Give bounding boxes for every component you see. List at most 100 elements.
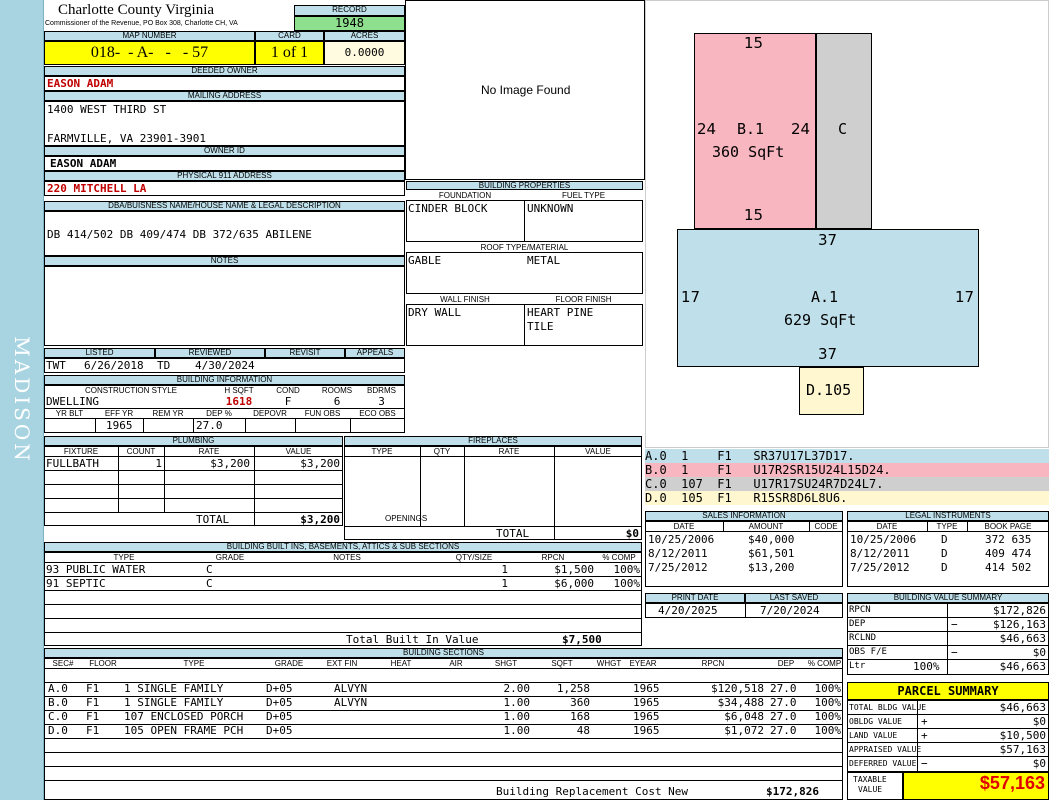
- builtin-qty: 1: [501, 563, 508, 576]
- instrument-date: 10/25/2006: [850, 533, 917, 546]
- county-address: Commissioner of the Revenue, PO Box 308,…: [45, 20, 238, 27]
- builtin-grade: C: [206, 563, 213, 576]
- vs-value: $46,663: [999, 660, 1046, 673]
- roof-type: GABLE: [408, 254, 442, 267]
- vs-value: $126,163: [993, 618, 1046, 631]
- vector-row: B.0 1 F1 U17R2SR15U24L15D24.: [645, 463, 1049, 477]
- sections-header-grade: GRADE: [274, 659, 304, 668]
- sale-amount: $13,200: [748, 561, 795, 574]
- builtin-rpcn: $6,000: [554, 577, 594, 590]
- foundation-label: FOUNDATION: [438, 191, 492, 200]
- openings-label: OPENINGS: [385, 514, 428, 523]
- mailing-label: MAILING ADDRESS: [44, 91, 405, 101]
- sale-amount: $40,000: [748, 533, 795, 546]
- fireplaces-label: FIREPLACES: [344, 436, 642, 446]
- legal-label: DBA/BUISNESS NAME/HOUSE NAME & LEGAL DES…: [44, 201, 405, 211]
- sales-header-date: DATE: [673, 522, 695, 531]
- floor-value-1: HEART PINE: [527, 306, 594, 319]
- listed-by: TWT: [46, 359, 66, 372]
- sections-header-sec: SEC#: [52, 659, 74, 668]
- builtins-header-notes: NOTES: [333, 553, 361, 562]
- vs-value: $46,663: [999, 632, 1046, 645]
- replacement-value: $172,826: [766, 785, 819, 798]
- sections-header-floor: FLOOR: [89, 659, 117, 668]
- map-number: 018- - A- - - 57: [44, 41, 255, 65]
- reviewed-date: 4/30/2024: [195, 359, 255, 372]
- sections-rows: A.0 F1 1 SINGLE FAMILY D+05 ALVYN 2.00 1,258 19…: [44, 669, 843, 737]
- yrblt-label: YR BLT: [55, 409, 84, 418]
- physical-address-label: PHYSICAL 911 ADDRESS: [44, 171, 405, 181]
- hsqft-value: 1618: [225, 395, 253, 408]
- hsqft-label: H SQFT: [224, 386, 254, 395]
- sections-header-heat: HEAT: [390, 659, 412, 668]
- effyr-label: EFF YR: [104, 409, 134, 418]
- reviewed-by: TD: [157, 359, 171, 372]
- table-row: C.0 F1 107 ENCLOSED PORCH D+05 1.00 168 1965 $6…: [48, 710, 841, 723]
- plumbing-rate: $3,200: [210, 457, 250, 470]
- table-row: D.0 F1 105 OPEN FRAME PCH D+05 1.00 48 1965 $1,…: [48, 724, 841, 737]
- sketch-d-label: D.105: [806, 381, 852, 399]
- card-label: CARD: [255, 31, 324, 41]
- parcel-row-label: OBLDG VALUE: [849, 717, 902, 726]
- instrument-type: D: [941, 547, 948, 560]
- print-date-label: PRINT DATE: [645, 593, 745, 603]
- sketch-b-bottom: 15: [744, 206, 764, 224]
- sale-date: 10/25/2006: [648, 533, 715, 546]
- building-info-label: BUILDING INFORMATION: [44, 375, 405, 385]
- instrument-type: D: [941, 533, 948, 546]
- plumbing-value: $3,200: [300, 457, 340, 470]
- plumbing-total-label: TOTAL: [196, 513, 230, 526]
- side-banner: MADISON: [0, 0, 44, 800]
- building-props-label: BUILDING PROPERTIES: [406, 181, 643, 190]
- record-value: 1948: [294, 16, 405, 31]
- vs-value: $0: [1032, 646, 1046, 659]
- notes-area: [44, 266, 405, 346]
- fuel-value: UNKNOWN: [527, 202, 574, 215]
- sections-header-air: AIR: [449, 659, 463, 668]
- parcel-summary-title: PARCEL SUMMARY: [847, 682, 1049, 700]
- parcel-row-value: $46,663: [999, 701, 1046, 714]
- floor-label: FLOOR FINISH: [555, 295, 612, 304]
- instrument-date: 8/12/2011: [850, 547, 910, 560]
- style-label: CONSTRUCTION STYLE: [84, 386, 177, 395]
- instruments-header-type: TYPE: [936, 522, 958, 531]
- builtins-label: BUILDING BUILT INS, BASEMENTS, ATTICS & …: [44, 542, 642, 552]
- builtins-header-grade: GRADE: [215, 553, 245, 562]
- card-value: 1 of 1: [255, 41, 324, 65]
- vs-percent: 100%: [913, 660, 940, 673]
- fireplace-total: $0: [625, 527, 639, 540]
- wall-value: DRY WALL: [408, 306, 461, 319]
- sketch-b-area: 360 SqFt: [712, 143, 785, 161]
- sale-date: 7/25/2012: [648, 561, 708, 574]
- plumbing-header-fixture: FIXTURE: [63, 447, 99, 456]
- plumbing-header-rate: RATE: [198, 447, 220, 456]
- sketch-c-label: C: [838, 120, 848, 138]
- revisit-label: REVISIT: [265, 348, 345, 358]
- sections-label: BUILDING SECTIONS: [44, 648, 843, 658]
- depovr-label: DEPOVR: [253, 409, 287, 418]
- builtins-header-type: TYPE: [113, 553, 135, 562]
- floor-value-2: TILE: [527, 320, 554, 333]
- parcel-row-value: $0: [1032, 715, 1046, 728]
- notes-label: NOTES: [44, 256, 405, 266]
- dep-label: DEP %: [206, 409, 232, 418]
- bdrms-value: 3: [378, 395, 385, 408]
- rooms-value: 6: [333, 395, 341, 408]
- parcel-row-label: APPRAISED VALUE: [849, 745, 922, 754]
- sections-header-rpcn: RPCN: [701, 659, 725, 668]
- builtin-comp: 100%: [613, 577, 641, 590]
- listed-date: 6/26/2018: [84, 359, 144, 372]
- rooms-label: ROOMS: [321, 386, 353, 395]
- fireplace-header-value: VALUE: [585, 447, 611, 456]
- cond-label: COND: [276, 386, 300, 395]
- owner-id-value: EASON ADAM: [50, 157, 117, 170]
- instrument-book: 414 502: [985, 561, 1032, 574]
- record-label: RECORD: [294, 5, 405, 16]
- sketch-a-label: A.1: [811, 288, 839, 306]
- vs-label: Ltr: [849, 661, 866, 671]
- instruments-header-book: BOOK PAGE: [984, 522, 1032, 531]
- parcel-row-label: DEFERRED VALUE: [849, 759, 917, 768]
- table-row: A.0 F1 1 SINGLE FAMILY D+05 ALVYN 2.00 1,258 19…: [48, 682, 841, 695]
- sketch-a-area: 629 SqFt: [784, 311, 857, 329]
- builtins-header-rpcn: RPCN: [541, 553, 565, 562]
